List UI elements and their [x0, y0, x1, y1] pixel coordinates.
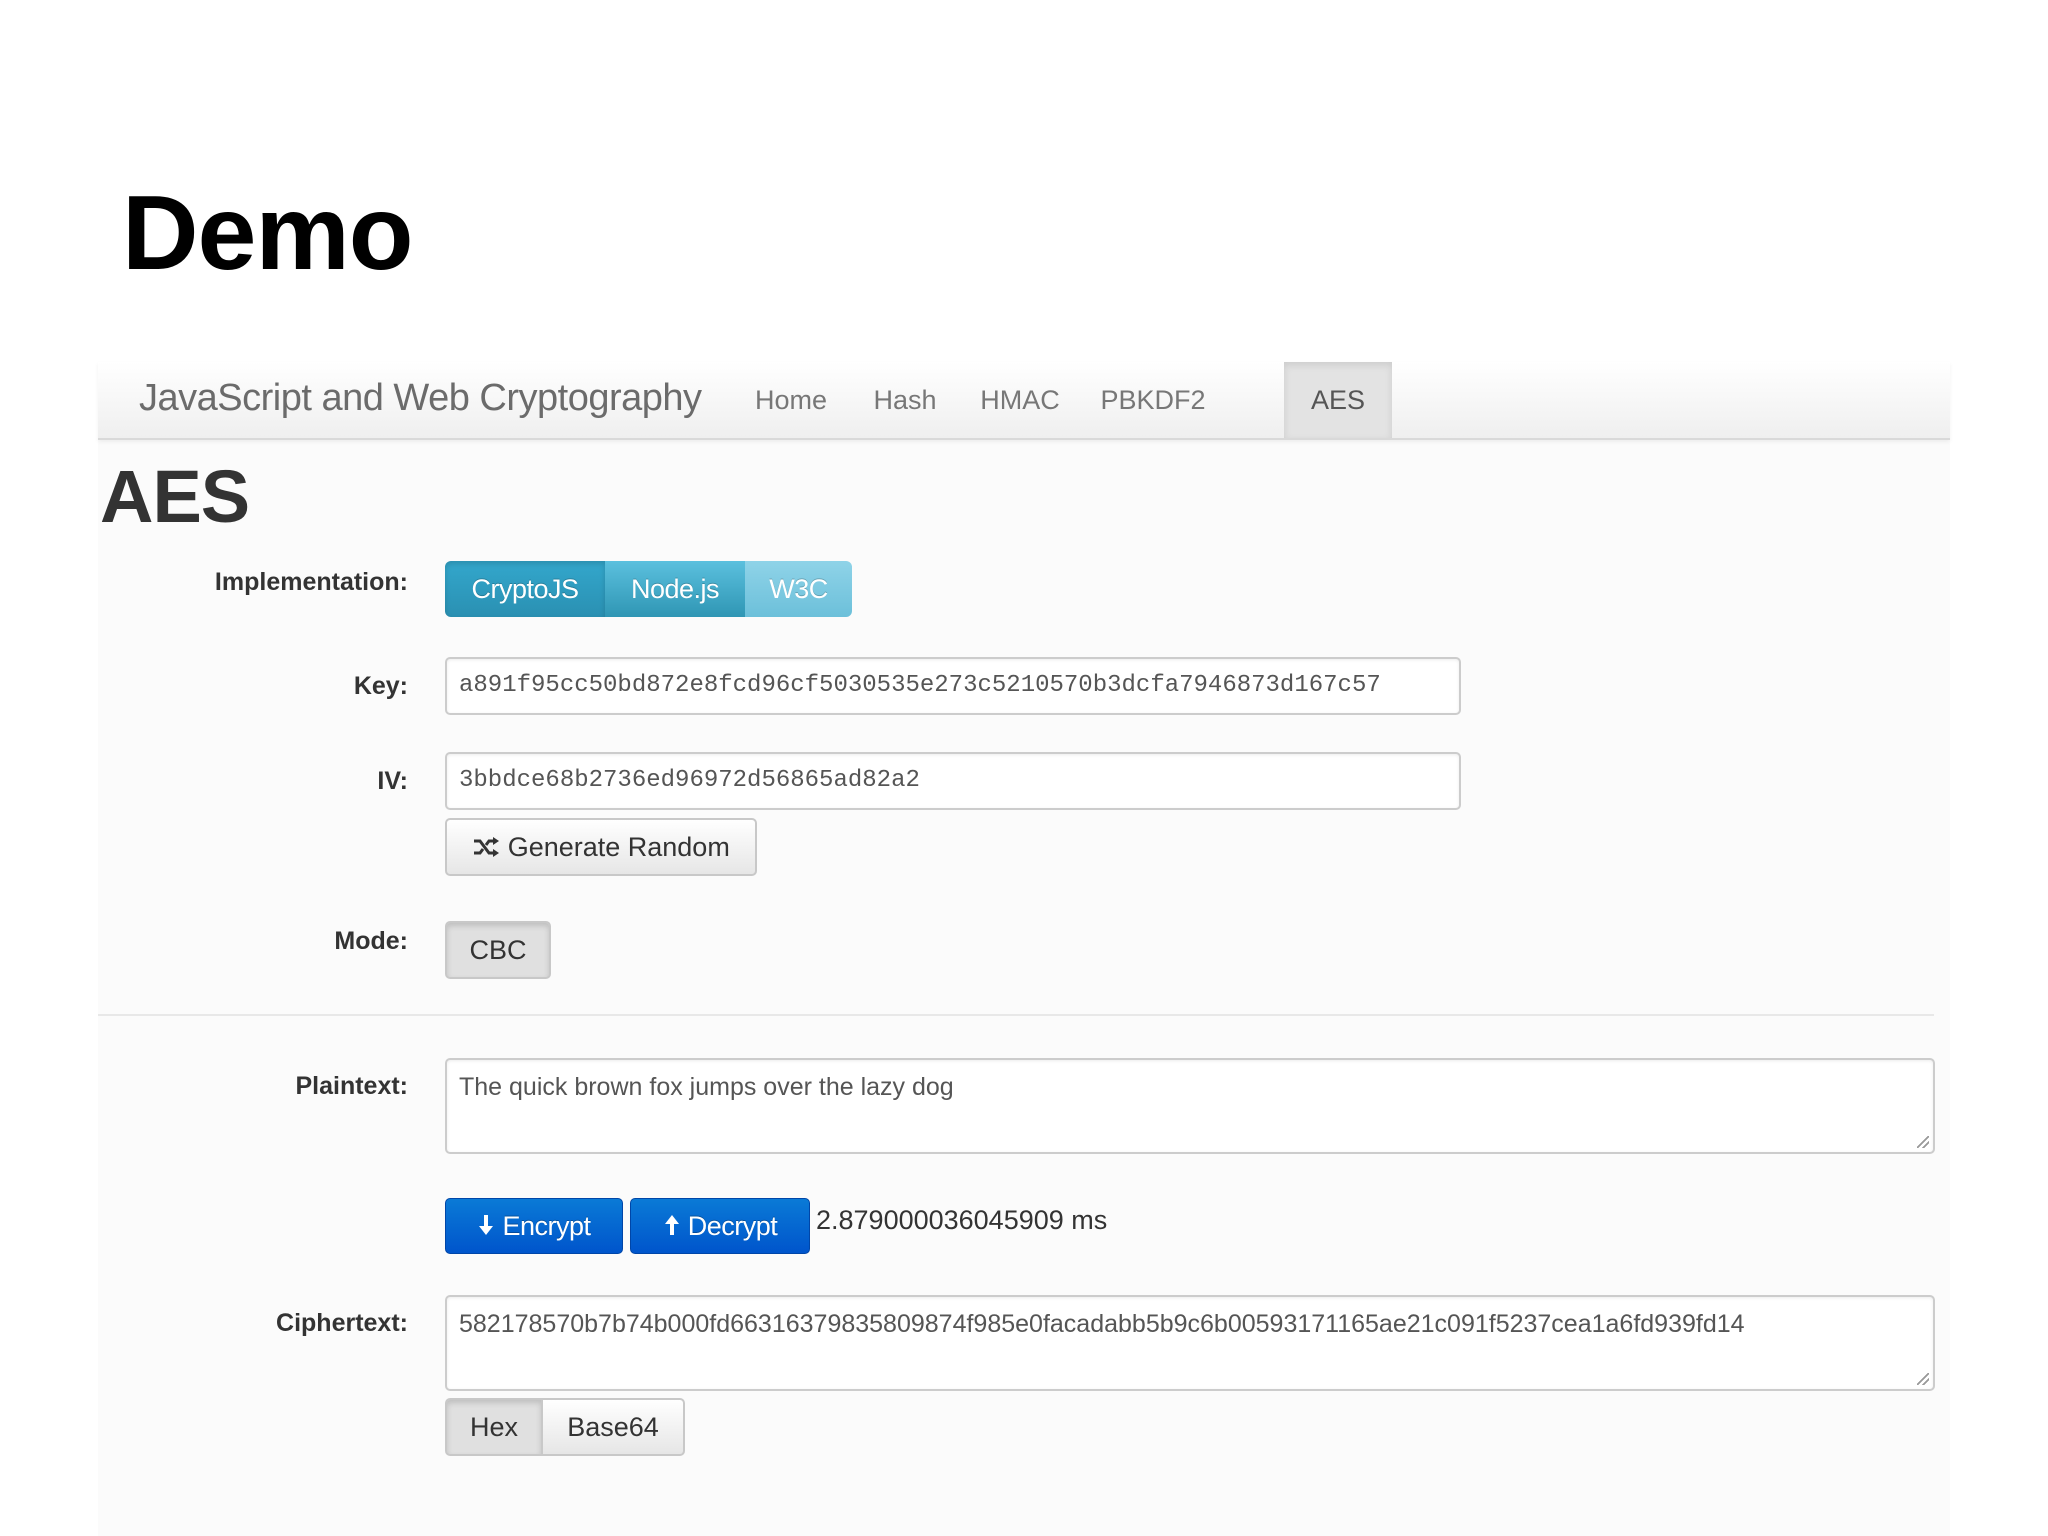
decrypt-button[interactable]: Decrypt [630, 1198, 810, 1254]
implementation-nodejs-button[interactable]: Node.js [605, 561, 745, 617]
nav-item-pbkdf2[interactable]: PBKDF2 [1088, 362, 1218, 438]
encoding-button-group: Hex Base64 [445, 1398, 685, 1456]
key-input[interactable]: a891f95cc50bd872e8fcd96cf5030535e273c521… [445, 657, 1461, 715]
nav-item-hmac[interactable]: HMAC [964, 362, 1076, 438]
navbar: JavaScript and Web Cryptography Home Has… [98, 362, 1950, 440]
generate-random-button[interactable]: Generate Random [445, 818, 757, 876]
implementation-button-group: CryptoJS Node.js W3C [445, 561, 852, 617]
plaintext-value: The quick brown fox jumps over the lazy … [459, 1073, 954, 1101]
navbar-brand[interactable]: JavaScript and Web Cryptography [139, 377, 702, 420]
nav-item-hash[interactable]: Hash [860, 362, 950, 438]
implementation-cryptojs-button[interactable]: CryptoJS [445, 561, 605, 617]
ciphertext-value: 582178570b7b74b000fd66316379835809874f98… [459, 1310, 1745, 1338]
generate-random-label: Generate Random [507, 832, 730, 862]
key-label: Key: [353, 672, 408, 700]
ciphertext-textarea[interactable]: 582178570b7b74b000fd66316379835809874f98… [445, 1295, 1935, 1391]
encoding-hex-button[interactable]: Hex [445, 1398, 543, 1456]
ciphertext-label: Ciphertext: [276, 1309, 408, 1337]
nav-item-aes[interactable]: AES [1284, 362, 1392, 438]
resize-handle-icon[interactable] [1917, 1136, 1929, 1148]
slide-title: Demo [122, 174, 414, 292]
timing-text: 2.879000036045909 ms [816, 1205, 1108, 1235]
resize-handle-icon[interactable] [1917, 1373, 1929, 1385]
decrypt-label: Decrypt [687, 1211, 778, 1241]
encrypt-button[interactable]: Encrypt [445, 1198, 623, 1254]
nav-item-home[interactable]: Home [738, 362, 844, 438]
shuffle-icon [472, 822, 500, 876]
iv-label: IV: [377, 767, 408, 795]
implementation-w3c-button[interactable]: W3C [745, 561, 852, 617]
arrow-up-icon [663, 1201, 681, 1255]
encrypt-label: Encrypt [502, 1211, 591, 1241]
form-divider [98, 1014, 1934, 1016]
iv-input[interactable]: 3bbdce68b2736ed96972d56865ad82a2 [445, 752, 1461, 810]
page-heading: AES [100, 455, 250, 538]
encoding-base64-button[interactable]: Base64 [543, 1398, 685, 1456]
implementation-label: Implementation: [214, 568, 408, 596]
mode-label: Mode: [334, 927, 408, 955]
plaintext-textarea[interactable]: The quick brown fox jumps over the lazy … [445, 1058, 1935, 1154]
mode-cbc-button[interactable]: CBC [445, 921, 551, 979]
arrow-down-icon [477, 1201, 495, 1255]
plaintext-label: Plaintext: [295, 1072, 408, 1100]
app-window: JavaScript and Web Cryptography Home Has… [98, 362, 1950, 1536]
